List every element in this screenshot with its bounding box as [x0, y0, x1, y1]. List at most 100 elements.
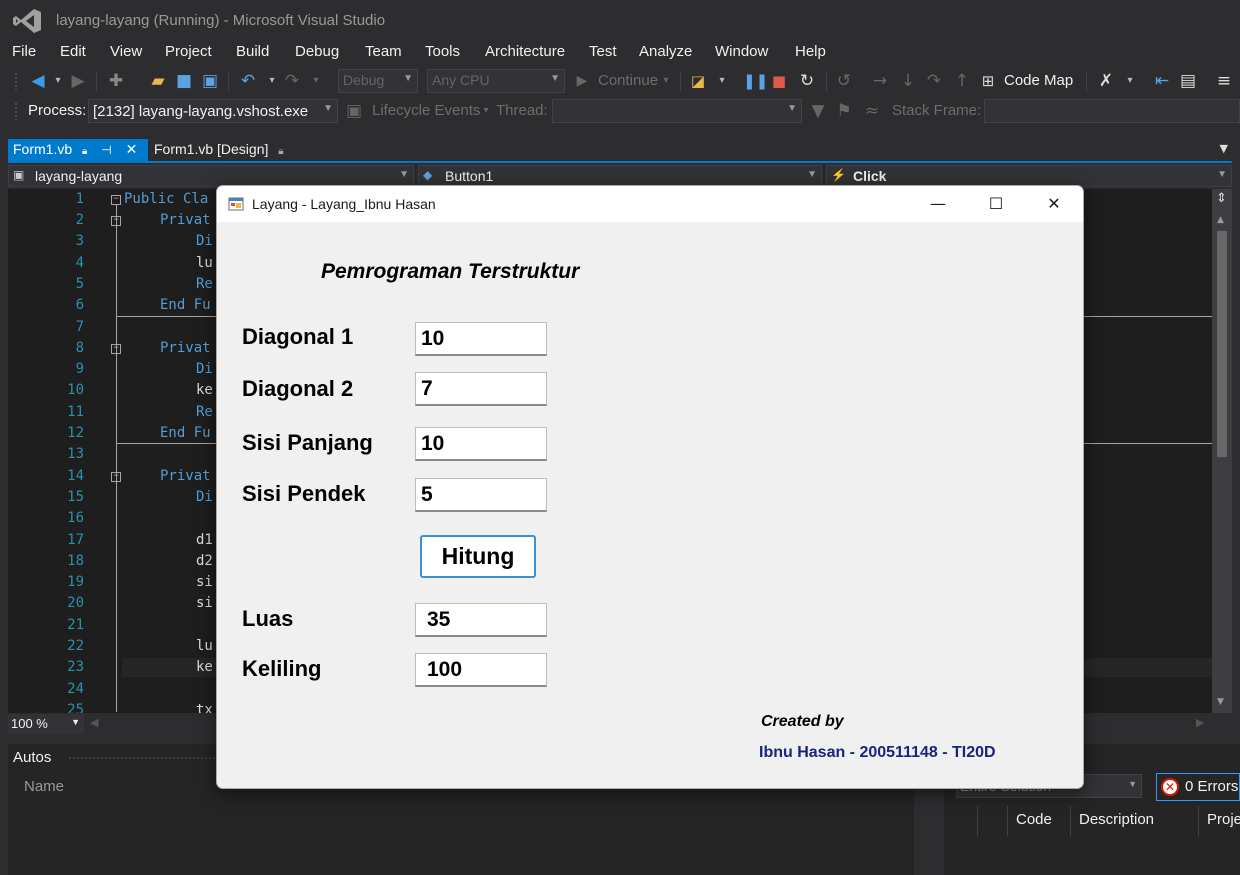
undo-icon[interactable]: ↶	[238, 71, 258, 91]
object-value: Button1	[445, 168, 494, 184]
menu-help[interactable]: Help	[795, 43, 826, 60]
error-description-column[interactable]: Description	[1071, 806, 1199, 836]
stack-frame-select[interactable]	[984, 99, 1240, 123]
solution-configuration-select[interactable]: Debug ▼	[338, 69, 418, 93]
toggle-breakpoints-icon[interactable]: ✗	[1096, 71, 1116, 91]
sisi-pendek-input[interactable]: 5	[415, 478, 547, 512]
app-window: Layang - Layang_Ibnu Hasan — ☐ ✕ Pemrogr…	[216, 185, 1084, 789]
redo-dropdown-icon[interactable]: ▾	[306, 71, 326, 91]
menu-window[interactable]: Window	[715, 43, 768, 60]
lifecycle-dropdown-icon[interactable]: ▾	[476, 101, 496, 121]
menu-view[interactable]: View	[110, 43, 142, 60]
continue-button[interactable]: Continue	[598, 72, 658, 89]
save-icon[interactable]: ■	[174, 71, 194, 91]
split-handle-icon[interactable]: ⇕	[1216, 191, 1227, 206]
sisi-panjang-input[interactable]: 10	[415, 427, 547, 461]
stop-debugging-icon[interactable]: ■	[769, 71, 789, 91]
close-icon[interactable]: ✕	[126, 141, 138, 157]
editor-vertical-scrollbar[interactable]: ⇕ ▲ ▼	[1212, 189, 1232, 713]
maximize-icon[interactable]: ☐	[967, 186, 1025, 222]
project-select[interactable]: ▣ layang-layang ▼	[8, 165, 414, 187]
navigate-forward-icon[interactable]: ▶	[68, 71, 88, 91]
menu-tools[interactable]: Tools	[425, 43, 460, 60]
continue-dropdown-icon[interactable]: ▾	[656, 71, 676, 91]
menu-edit[interactable]: Edit	[60, 43, 86, 60]
app-title-bar[interactable]: Layang - Layang_Ibnu Hasan — ☐ ✕	[217, 186, 1083, 222]
code-map-icon[interactable]: ⊞	[978, 71, 998, 91]
menu-file[interactable]: File	[12, 43, 36, 60]
menu-build[interactable]: Build	[236, 43, 269, 60]
tab-form1-vb[interactable]: Form1.vb 🔒︎ ⊣ ✕	[8, 139, 148, 161]
save-all-icon[interactable]: ▣	[200, 71, 220, 91]
scroll-down-icon[interactable]: ▼	[1217, 697, 1224, 707]
document-tabs: Form1.vb 🔒︎ ⊣ ✕ Form1.vb [Design] 🔒︎	[0, 137, 1240, 163]
lifecycle-events-button[interactable]: Lifecycle Events	[372, 102, 480, 119]
tab-list-dropdown-icon[interactable]: ▼	[1220, 142, 1228, 155]
solution-platform-select[interactable]: Any CPU ▼	[427, 69, 565, 93]
tab-form1-design[interactable]: Form1.vb [Design] 🔒︎	[149, 139, 289, 161]
process-dropdown-icon[interactable]: ▾	[712, 71, 732, 91]
code-line: Re	[196, 404, 213, 420]
step-into-icon[interactable]: ↓	[898, 71, 918, 91]
diagonal2-input[interactable]: 7	[415, 372, 547, 406]
menu-project[interactable]: Project	[165, 43, 212, 60]
navigate-back-icon[interactable]: ◀	[28, 71, 48, 91]
menu-analyze[interactable]: Analyze	[639, 43, 692, 60]
lifecycle-events-icon[interactable]: ▣	[344, 101, 364, 121]
pin-icon[interactable]: ⊣	[101, 143, 111, 157]
error-type-column[interactable]	[944, 806, 978, 836]
object-select[interactable]: ◆ Button1 ▼	[418, 165, 822, 187]
chevron-down-icon: ▼	[807, 169, 817, 180]
zoom-select[interactable]: 100 % ▼	[8, 714, 84, 734]
process-select[interactable]: [2132] layang-layang.vshost.exe ▼	[88, 99, 338, 123]
event-select[interactable]: ⚡ Click ▼	[826, 165, 1232, 187]
process-icon[interactable]: ◪	[688, 71, 708, 91]
code-line: lu	[196, 638, 213, 654]
menu-debug[interactable]: Debug	[295, 43, 339, 60]
break-all-icon[interactable]: ❚❚	[743, 71, 768, 91]
scroll-up-icon[interactable]: ▲	[1217, 215, 1224, 225]
minimize-icon[interactable]: —	[909, 186, 967, 222]
close-icon[interactable]: ✕	[1025, 186, 1083, 222]
keliling-output[interactable]: 100	[415, 653, 547, 687]
more-tools-icon[interactable]: ≡	[1214, 71, 1234, 91]
scroll-right-icon[interactable]: ▶	[1196, 716, 1204, 729]
step-into-arrow-icon[interactable]: →	[870, 71, 890, 91]
bookmark-icon[interactable]: ▤	[1178, 71, 1198, 91]
line-number: 8	[75, 340, 84, 356]
error-code-column[interactable]: Code	[1008, 806, 1071, 836]
breakpoints-dropdown-icon[interactable]: ▾	[1120, 71, 1140, 91]
scroll-left-icon[interactable]: ◀	[90, 716, 98, 729]
show-flagged-icon[interactable]: ≈	[862, 101, 882, 121]
autos-name-column[interactable]: Name	[16, 774, 72, 800]
continue-icon[interactable]: ▶	[572, 71, 592, 91]
undo-dropdown-icon[interactable]: ▾	[262, 71, 282, 91]
comment-icon[interactable]: ⇤	[1152, 71, 1172, 91]
new-project-icon[interactable]: ✚	[106, 71, 126, 91]
toolbar-grip[interactable]	[14, 72, 18, 90]
open-file-icon[interactable]: ▰	[148, 71, 168, 91]
scrollbar-thumb[interactable]	[1217, 231, 1227, 457]
show-next-statement-icon[interactable]: ↺	[834, 71, 854, 91]
error-icon-column[interactable]	[978, 806, 1008, 836]
flag-thread-icon[interactable]: ⚑	[834, 101, 854, 121]
toolbar-grip[interactable]	[14, 102, 18, 120]
luas-output[interactable]: 35	[415, 603, 547, 637]
menu-architecture[interactable]: Architecture	[485, 43, 565, 60]
diagonal1-input[interactable]: 10	[415, 322, 547, 356]
filter-icon[interactable]: ▼	[808, 101, 828, 121]
fold-toggle-icon[interactable]: −	[111, 195, 121, 205]
restart-icon[interactable]: ↻	[797, 71, 817, 91]
line-number: 2	[75, 212, 84, 228]
errors-filter-button[interactable]: ✕ 0 Errors	[1156, 773, 1240, 801]
step-over-icon[interactable]: ↷	[924, 71, 944, 91]
hitung-button[interactable]: Hitung	[420, 535, 536, 578]
back-dropdown-icon[interactable]: ▾	[48, 71, 68, 91]
error-project-column[interactable]: Proje	[1199, 806, 1240, 836]
menu-test[interactable]: Test	[589, 43, 617, 60]
redo-icon[interactable]: ↷	[282, 71, 302, 91]
code-map-button[interactable]: Code Map	[1004, 72, 1073, 89]
step-out-icon[interactable]: ↑	[952, 71, 972, 91]
menu-team[interactable]: Team	[365, 43, 402, 60]
thread-select[interactable]: ▼	[552, 99, 802, 123]
